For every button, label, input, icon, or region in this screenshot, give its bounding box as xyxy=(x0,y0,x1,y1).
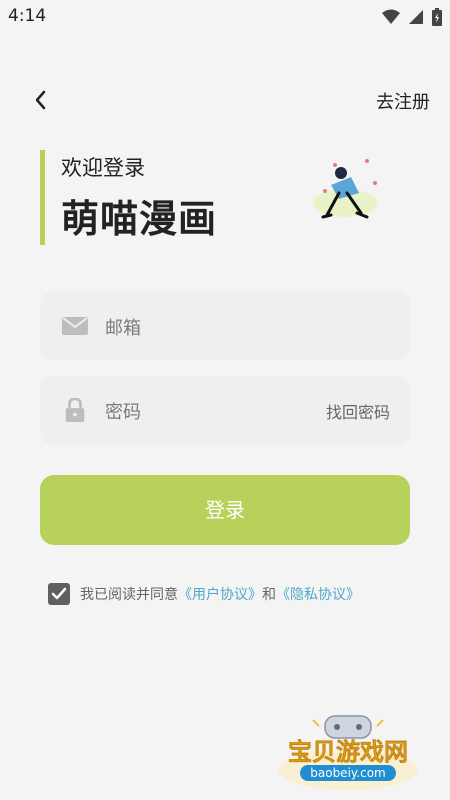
user-agreement-link[interactable]: 《用户协议》 xyxy=(178,587,262,603)
lock-icon xyxy=(65,398,85,422)
find-password-link[interactable]: 找回密码 xyxy=(326,399,390,423)
baobei-watermark-logo: 宝贝游戏网 baobeiy.com xyxy=(278,715,418,790)
title-block: 欢迎登录 萌喵漫画 xyxy=(40,150,217,245)
watermark-brand: 宝贝游戏网 xyxy=(288,738,408,766)
signal-icon xyxy=(409,10,423,24)
status-icons xyxy=(382,8,442,26)
status-bar: 4:14 xyxy=(0,0,450,32)
password-field[interactable]: 密码 找回密码 xyxy=(40,376,410,444)
privacy-agreement-link[interactable]: 《隐私协议》 xyxy=(276,587,360,603)
reading-person-illustration xyxy=(313,159,377,219)
register-link[interactable]: 去注册 xyxy=(376,88,430,114)
mail-icon xyxy=(62,317,88,335)
agreement-row: 我已阅读并同意《用户协议》和《隐私协议》 xyxy=(48,583,360,605)
agreement-checkbox[interactable] xyxy=(48,583,70,605)
agreement-and: 和 xyxy=(262,587,276,603)
agreement-text: 我已阅读并同意《用户协议》和《隐私协议》 xyxy=(80,584,360,604)
chevron-left-icon[interactable] xyxy=(30,88,50,112)
email-field[interactable]: 邮箱 xyxy=(40,292,410,360)
app-name: 萌喵漫画 xyxy=(61,197,218,241)
wifi-icon xyxy=(382,9,400,24)
battery-icon xyxy=(432,8,442,26)
watermark-domain: baobeiy.com xyxy=(310,766,385,780)
agreement-prefix: 我已阅读并同意 xyxy=(80,587,178,603)
login-button[interactable]: 登录 xyxy=(40,475,410,545)
status-time: 4:14 xyxy=(8,6,47,26)
password-placeholder: 密码 xyxy=(105,402,141,423)
welcome-text: 欢迎登录 xyxy=(61,156,145,180)
check-icon xyxy=(51,587,67,600)
email-placeholder: 邮箱 xyxy=(105,318,141,339)
